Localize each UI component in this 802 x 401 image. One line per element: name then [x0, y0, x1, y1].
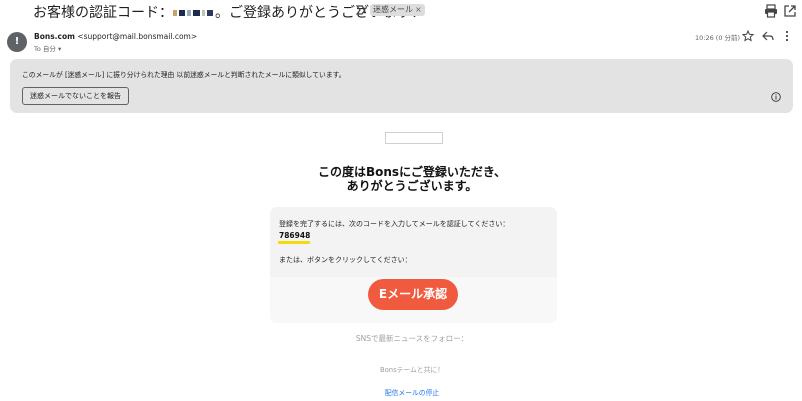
recipient-text: To 自分 [34, 45, 56, 53]
sender-line[interactable]: Bons.com <support@mail.bonsmail.com> [34, 32, 197, 41]
subject-prefix: お客様の認証コード： [33, 5, 173, 21]
report-not-spam-button[interactable]: 迷惑メールでないことを報告 [22, 87, 129, 105]
headline-line-1: この度はBonsにご登録いただき、 [318, 165, 506, 179]
sender-name: Bons.com [34, 32, 75, 41]
sender-email: <support@mail.bonsmail.com> [77, 32, 198, 41]
star-icon[interactable] [742, 30, 754, 42]
info-icon[interactable] [771, 92, 781, 102]
print-icon[interactable] [764, 4, 778, 18]
spam-warning-banner: このメールが [迷惑メール] に振り分けられた理由 以前迷惑メールと判断されたメ… [10, 59, 793, 113]
email-subject: お客様の認証コード： 。ご登録ありがとうございます！ [33, 2, 425, 22]
open-in-new-window-icon[interactable] [783, 4, 797, 18]
sns-follow-text: SNSで最新ニュースをフォロー： [355, 334, 469, 343]
headline-line-2: ありがとうございます。 [346, 179, 478, 193]
redacted-code [173, 5, 215, 21]
spam-label-text: 迷惑メール [373, 5, 413, 14]
important-marker-icon[interactable] [356, 5, 366, 15]
verification-instruction: 登録を完了するには、次のコードを入力してメールを認証してください： [279, 220, 510, 228]
recipient-dropdown[interactable]: To 自分 ▾ [34, 43, 61, 53]
verify-email-button[interactable]: Eメール承認 [368, 279, 458, 310]
click-button-instruction: または、ボタンをクリックしてください： [279, 256, 412, 264]
avatar-warning-icon: ! [14, 36, 20, 47]
welcome-headline: この度はBonsにご登録いただき、 ありがとうございます。 [250, 165, 574, 193]
verification-code[interactable]: 786948 [279, 231, 310, 240]
chevron-down-icon: ▾ [58, 45, 62, 53]
code-highlight [278, 241, 310, 244]
email-timestamp: 10:26 (0 分前) [695, 34, 741, 42]
unsubscribe-link[interactable]: 配信メールの停止 [250, 387, 574, 397]
sender-avatar[interactable]: ! [7, 32, 27, 52]
remove-label-icon[interactable]: × [415, 5, 422, 14]
subject-row: お客様の認証コード： 。ご登録ありがとうございます！ 迷惑メール × [0, 0, 802, 22]
more-options-icon[interactable] [781, 30, 793, 42]
brand-logo-placeholder [385, 132, 443, 144]
team-signoff: Bonsテームと共に！ [379, 366, 445, 374]
spam-reason-text: このメールが [迷惑メール] に振り分けられた理由 以前迷惑メールと判断されたメ… [22, 71, 346, 79]
reply-icon[interactable] [762, 30, 774, 42]
spam-label-chip[interactable]: 迷惑メール × [370, 4, 425, 16]
